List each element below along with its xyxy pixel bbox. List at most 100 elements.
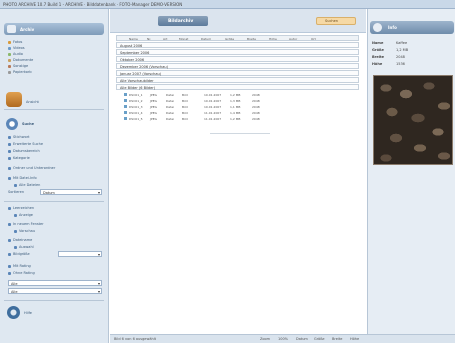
table-row[interactable]: DSC01_2 JPEG Datei Bild 10.01.2007 1,3 M… [124, 98, 304, 103]
checkbox-icon [8, 142, 11, 146]
search-option[interactable]: Erweiterte Suche [8, 142, 98, 147]
column-header[interactable]: Höhe [269, 37, 277, 41]
table-row[interactable]: DSC01_5 JPEG Datei Bild 11.01.2007 1,2 M… [124, 116, 304, 121]
search-option[interactable]: Mit Datei-Info [8, 176, 98, 181]
status-item: Breite [332, 337, 343, 341]
column-header[interactable]: Name [129, 37, 138, 41]
property-row: Breite 2048 [372, 55, 405, 59]
option-select[interactable]: ▾ [58, 251, 102, 257]
chevron-down-icon: ▾ [97, 252, 100, 257]
search-option[interactable]: Alle Dateien [14, 183, 104, 188]
table-row[interactable]: DSC01_1 JPEG Datei Bild 10.01.2007 1,2 M… [124, 92, 304, 97]
folder-icon [8, 58, 11, 62]
column-header[interactable]: Autor [289, 37, 297, 41]
table-row[interactable]: DSC01_4 JPEG Datei Bild 11.01.2007 1,4 M… [124, 110, 304, 115]
checkbox-icon [8, 135, 11, 139]
column-header[interactable]: Art [163, 37, 167, 41]
checkbox-icon [8, 176, 11, 180]
status-text: Bild 6 von 6 ausgewählt [114, 337, 157, 341]
sidebar-item-papierkorb[interactable]: Papierkorb [8, 70, 98, 75]
panel-archiv-title: Archiv [20, 27, 35, 32]
sort-select[interactable]: Datum ▾ [40, 189, 102, 195]
group-row[interactable]: Januar 2007 (Vorschau) [116, 70, 359, 76]
filter-item[interactable]: Mit Rating [8, 264, 98, 269]
chevron-down-icon: ▾ [97, 289, 100, 294]
column-header[interactable]: Datum [201, 37, 211, 41]
sidebar-item-videos[interactable]: Videos [8, 46, 98, 51]
checkbox-icon [14, 183, 17, 187]
table-row[interactable]: DSC01_3 JPEG Datei Bild 10.01.2007 1,1 M… [124, 104, 304, 109]
archive-icon [7, 25, 16, 33]
status-item: Größe [314, 337, 325, 341]
status-item: Zoom [260, 337, 271, 341]
window-titlebar: PHOTO ARCHIVE 10.7 Build 1 - ARCHIVE · B… [0, 0, 455, 9]
checkbox-icon [8, 222, 11, 226]
checkbox-icon [14, 245, 17, 249]
column-header[interactable]: Monat [179, 37, 188, 41]
status-item: 100% [278, 337, 289, 341]
checkbox-icon [8, 206, 11, 210]
panel-archiv-header[interactable]: Archiv [4, 23, 104, 35]
image-preview[interactable] [373, 75, 453, 165]
panel-hilfe-title: Hilfe [24, 311, 32, 315]
sidebar-item-audio[interactable]: Audio [8, 52, 98, 57]
filter-select-2[interactable]: Alle ▾ [8, 288, 102, 294]
group-row[interactable]: September 2006 [116, 49, 359, 55]
statusbar: Bild 6 von 6 ausgewählt Zoom 100% Datum … [110, 334, 455, 343]
column-header[interactable]: Breite [247, 37, 256, 41]
checkbox-icon [8, 149, 11, 153]
checkbox-icon [14, 229, 17, 233]
property-row: Name Kaffee [372, 41, 408, 45]
option-item[interactable]: Leerzeichen [8, 206, 98, 211]
group-row[interactable]: Alle Vorschaubilder [116, 77, 359, 83]
property-row: Höhe 1536 [372, 62, 405, 66]
search-icon [6, 118, 18, 130]
help-icon [7, 306, 20, 319]
search-option[interactable]: Datumsbereich [8, 149, 98, 154]
filter-item[interactable]: Ohne Rating [8, 271, 98, 276]
search-option[interactable]: Kategorie [8, 156, 98, 161]
info-panel-header[interactable]: Info [370, 21, 454, 34]
option-item[interactable]: Dateiname [8, 238, 98, 243]
panel-suche-title: Suche [22, 122, 34, 126]
column-header[interactable]: Ort [311, 37, 316, 41]
sort-select-value: Datum [43, 190, 55, 195]
group-row[interactable]: August 2006 [116, 42, 359, 48]
option-item[interactable]: In neuem Fenster [8, 222, 98, 227]
column-header[interactable]: Größe [225, 37, 234, 41]
info-icon [373, 23, 382, 32]
image-file-icon [124, 93, 127, 96]
scroll-indicator[interactable] [210, 133, 270, 134]
checkbox-icon [8, 271, 11, 275]
chevron-down-icon: ▾ [97, 190, 100, 195]
filter-select-1[interactable]: Alle ▾ [8, 280, 102, 286]
chevron-down-icon: ▾ [97, 281, 100, 286]
divider [4, 109, 104, 110]
sidebar: Archiv Fotos Videos Audio Dokumente Sons… [0, 9, 109, 343]
property-row: Größe 1,2 MB [372, 48, 409, 52]
group-row[interactable]: Alle Bilder (6 Bilder) [116, 84, 359, 90]
trash-icon [8, 70, 11, 74]
sidebar-item-dokumente[interactable]: Dokumente [8, 58, 98, 63]
folder-icon [8, 64, 11, 68]
search-option[interactable]: Ordner und Unterordner [8, 166, 98, 171]
content-title-badge: Bildarchiv [158, 16, 208, 26]
sidebar-item-fotos[interactable]: Fotos [8, 40, 98, 45]
table-header: Name Nr. Art Monat Datum Größe Breite Hö… [116, 35, 359, 41]
info-panel: Info Name Kaffee Größe 1,2 MB Breite 204… [367, 9, 455, 334]
search-button[interactable]: Suchen [316, 17, 356, 25]
group-row[interactable]: Dezember 2006 (Vorschau) [116, 63, 359, 69]
status-item: Datum [296, 337, 308, 341]
sidebar-item-sonstige[interactable]: Sonstige [8, 64, 98, 69]
search-option[interactable]: Stichwort [8, 135, 98, 140]
checkbox-icon [8, 156, 11, 160]
option-item[interactable]: Anzeige [14, 213, 104, 218]
main-content: Bildarchiv Suchen Name Nr. Art Monat Dat… [110, 9, 366, 334]
option-item[interactable]: Auswahl [14, 245, 104, 250]
group-row[interactable]: Oktober 2006 [116, 56, 359, 62]
column-header[interactable]: Nr. [147, 37, 151, 41]
content-title: Bildarchiv [168, 19, 194, 24]
image-file-icon [124, 99, 127, 102]
panel-ansicht-title: Ansicht [26, 100, 39, 104]
option-item[interactable]: Vorschau [14, 229, 104, 234]
